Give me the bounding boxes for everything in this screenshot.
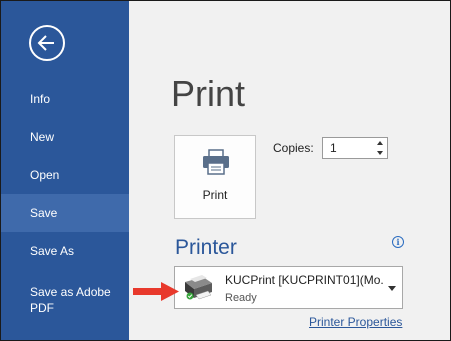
- printer-icon: [203, 149, 229, 175]
- sidebar-item-label: New: [30, 130, 55, 144]
- sidebar-item-label: Save: [30, 206, 58, 220]
- sidebar-item-save-as[interactable]: Save As: [1, 232, 129, 270]
- back-arrow-icon: [37, 35, 54, 51]
- sidebar-item-open[interactable]: Open: [1, 156, 129, 194]
- sidebar-item-label: Save As: [30, 244, 75, 258]
- annotation-arrow-icon: [133, 282, 179, 301]
- copies-label: Copies:: [273, 141, 314, 155]
- sidebar-item-info[interactable]: Info: [1, 80, 129, 118]
- printer-icon: [185, 275, 212, 300]
- sidebar-item-save-as-adobe-pdf[interactable]: Save as Adobe PDF: [1, 282, 129, 320]
- sidebar-item-save[interactable]: Save: [1, 194, 129, 232]
- printer-name: KUCPrint [KUCPRINT01](Mo...: [225, 273, 383, 287]
- print-button[interactable]: Print: [174, 135, 256, 219]
- copies-stepper: [374, 138, 386, 158]
- print-button-label: Print: [202, 188, 228, 202]
- sidebar-item-label: Save as Adobe PDF: [30, 285, 111, 315]
- sidebar-item-new[interactable]: New: [1, 118, 129, 156]
- chevron-down-icon: [388, 286, 396, 291]
- printer-status: Ready: [225, 292, 257, 304]
- page-title: Print: [171, 73, 246, 114]
- backstage-sidebar: Info New Open Save Save As Save as Adobe…: [1, 1, 129, 340]
- back-button[interactable]: [29, 25, 65, 61]
- sidebar-item-label: Info: [30, 92, 51, 106]
- increment-button[interactable]: [374, 138, 386, 148]
- printer-dropdown[interactable]: KUCPrint [KUCPRINT01](Mo... Ready: [174, 266, 403, 309]
- sidebar-item-label: Open: [30, 168, 60, 182]
- printer-properties-link[interactable]: Printer Properties: [309, 315, 402, 329]
- printer-heading: Printer: [175, 236, 237, 259]
- info-icon[interactable]: i: [392, 236, 404, 248]
- decrement-button[interactable]: [374, 148, 386, 158]
